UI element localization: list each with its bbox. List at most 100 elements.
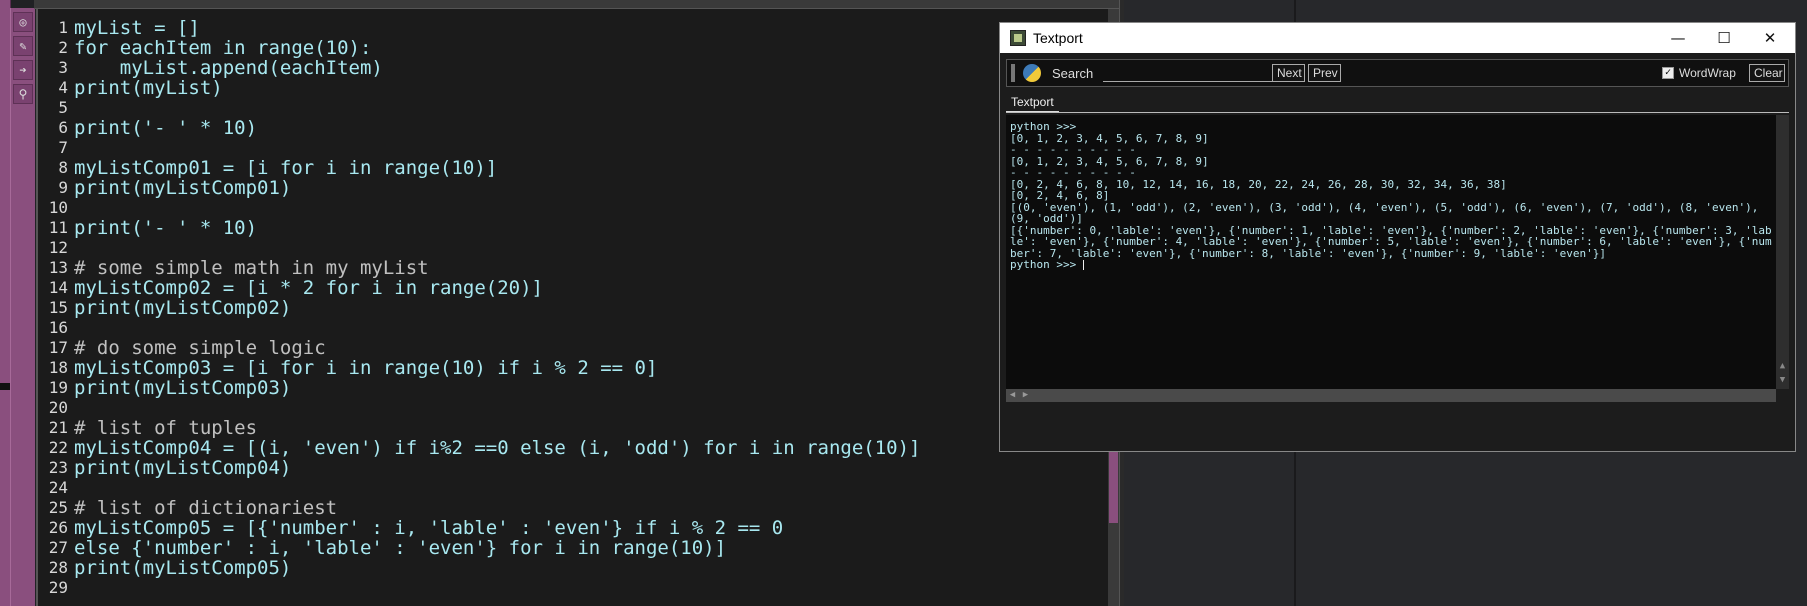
arrow-right-icon[interactable]: ➔ — [13, 60, 33, 80]
code-line[interactable]: myListComp05 = [{'number' : i, 'lable' :… — [74, 518, 1090, 538]
code-line[interactable]: print('- ' * 10) — [74, 118, 1090, 138]
output-text: [{'number': 0, 'lable': 'even'}, {'numbe… — [1010, 223, 1772, 260]
code-line[interactable] — [74, 138, 1090, 158]
strip-marker — [0, 383, 10, 390]
code-line[interactable]: print(myListComp02) — [74, 298, 1090, 318]
line-number-gutter: 1 2 3 4 5 6 7 8 9 10 11 12 13 14 15 16 17 18 19 20 21 22 23 24 2… — [38, 18, 70, 598]
line-number: 29 — [48, 578, 68, 597]
code-line[interactable]: print(myListComp04) — [74, 458, 1090, 478]
python-icon — [1023, 64, 1041, 82]
line-number: 4 — [58, 78, 68, 97]
tab-textport[interactable]: Textport — [1006, 93, 1059, 113]
code-line[interactable]: for eachItem in range(10): — [74, 38, 1090, 58]
output-line: [{'number': 0, 'lable': 'even'}, {'numbe… — [1010, 223, 1772, 260]
code-editor[interactable]: 1 2 3 4 5 6 7 8 9 10 11 12 13 14 15 16 17 18 19 20 21 22 23 24 2… — [36, 9, 1110, 606]
line-number: 16 — [48, 318, 68, 337]
code-line[interactable]: # list of tuples — [74, 418, 1090, 438]
textport-toolbar: Search Next Prev ✓ WordWrap Clear — [1006, 59, 1789, 87]
line-number: 5 — [58, 98, 68, 117]
textport-window: Textport — ☐ ✕ Search Next Prev ✓ WordWr… — [999, 22, 1796, 452]
code-line[interactable] — [74, 478, 1090, 498]
code-line[interactable] — [74, 198, 1090, 218]
line-number: 3 — [58, 58, 68, 77]
toolbar-grip-handle[interactable] — [1011, 64, 1015, 82]
wordwrap-checkbox[interactable]: ✓ — [1662, 67, 1674, 79]
line-number: 18 — [48, 358, 68, 377]
code-line[interactable] — [74, 578, 1090, 598]
code-line[interactable]: # list of dictionariest — [74, 498, 1090, 518]
touchdesigner-app-icon — [1010, 30, 1026, 46]
line-number: 21 — [48, 418, 68, 437]
tab-underline — [1006, 112, 1789, 113]
window-title: Textport — [1033, 30, 1083, 46]
code-line[interactable]: myListComp04 = [(i, 'even') if i%2 ==0 e… — [74, 438, 1090, 458]
editor-top-frame — [34, 0, 1119, 9]
scroll-down-icon[interactable]: ▼ — [1776, 374, 1789, 387]
editor-tool-column: ◎ ✎ ➔ ⚲ — [10, 8, 35, 606]
code-line[interactable] — [74, 98, 1090, 118]
close-icon[interactable]: ✕ — [1747, 23, 1793, 53]
code-line[interactable] — [74, 318, 1090, 338]
maximize-icon[interactable]: ☐ — [1701, 23, 1747, 53]
output-horizontal-scrollbar[interactable]: ◀ ▶ — [1006, 389, 1776, 402]
code-line[interactable]: else {'number' : i, 'lable' : 'even'} fo… — [74, 538, 1090, 558]
code-line[interactable]: myList = [] — [74, 18, 1090, 38]
line-number: 1 — [58, 18, 68, 37]
line-number: 14 — [48, 278, 68, 297]
code-line[interactable]: print(myList) — [74, 78, 1090, 98]
code-line[interactable]: print(myListComp03) — [74, 378, 1090, 398]
line-number: 7 — [58, 138, 68, 157]
code-line[interactable]: # do some simple logic — [74, 338, 1090, 358]
output-text: python >>> — [1010, 258, 1083, 271]
target-icon[interactable]: ◎ — [13, 12, 33, 32]
scroll-right-icon[interactable]: ▶ — [1019, 389, 1032, 402]
scroll-left-icon[interactable]: ◀ — [1006, 389, 1019, 402]
line-number: 28 — [48, 558, 68, 577]
scroll-up-icon[interactable]: ▲ — [1776, 360, 1789, 373]
line-number: 17 — [48, 338, 68, 357]
line-number: 13 — [48, 258, 68, 277]
code-line[interactable]: myList.append(eachItem) — [74, 58, 1090, 78]
code-line[interactable]: myListComp01 = [i for i in range(10)] — [74, 158, 1090, 178]
code-line[interactable]: print(myListComp01) — [74, 178, 1090, 198]
wordwrap-label: WordWrap — [1679, 66, 1736, 80]
line-number: 11 — [48, 218, 68, 237]
line-number: 6 — [58, 118, 68, 137]
code-line[interactable] — [74, 398, 1090, 418]
line-number: 10 — [48, 198, 68, 217]
pin-icon[interactable]: ⚲ — [13, 84, 33, 104]
line-number: 20 — [48, 398, 68, 417]
line-number: 19 — [48, 378, 68, 397]
code-line[interactable]: print('- ' * 10) — [74, 218, 1090, 238]
minimize-icon[interactable]: — — [1655, 23, 1701, 53]
pen-icon[interactable]: ✎ — [13, 36, 33, 56]
next-button[interactable]: Next — [1272, 64, 1305, 82]
output-vertical-scrollbar[interactable]: ▲ ▼ — [1776, 115, 1789, 389]
clear-button[interactable]: Clear — [1749, 64, 1785, 82]
output-line: [0, 2, 4, 6, 8, 10, 12, 14, 16, 18, 20, … — [1010, 178, 1772, 191]
line-number: 15 — [48, 298, 68, 317]
output-line: [(0, 'even'), (1, 'odd'), (2, 'even'), (… — [1010, 200, 1772, 225]
line-number: 2 — [58, 38, 68, 57]
line-number: 26 — [48, 518, 68, 537]
line-number: 12 — [48, 238, 68, 257]
line-number: 8 — [58, 158, 68, 177]
line-number: 9 — [58, 178, 68, 197]
code-area[interactable]: myList = [] for eachItem in range(10): my… — [74, 18, 1090, 598]
output-line: python >>> — [1010, 259, 1772, 271]
search-label: Search — [1052, 66, 1094, 81]
line-number: 23 — [48, 458, 68, 477]
line-number: 25 — [48, 498, 68, 517]
code-line[interactable]: myListComp02 = [i * 2 for i in range(20)… — [74, 278, 1090, 298]
code-line[interactable]: print(myListComp05) — [74, 558, 1090, 578]
line-number: 27 — [48, 538, 68, 557]
textport-titlebar[interactable]: Textport — ☐ ✕ — [1000, 23, 1795, 53]
textport-output[interactable]: python >>> [0, 1, 2, 3, 4, 5, 6, 7, 8, 9]… — [1006, 115, 1776, 389]
code-line[interactable] — [74, 238, 1090, 258]
line-number: 22 — [48, 438, 68, 457]
line-number: 24 — [48, 478, 68, 497]
code-line[interactable]: # some simple math in my myList — [74, 258, 1090, 278]
prev-button[interactable]: Prev — [1308, 64, 1341, 82]
code-line[interactable]: myListComp03 = [i for i in range(10) if … — [74, 358, 1090, 378]
output-text: [(0, 'even'), (1, 'odd'), (2, 'even'), (… — [1010, 200, 1765, 225]
